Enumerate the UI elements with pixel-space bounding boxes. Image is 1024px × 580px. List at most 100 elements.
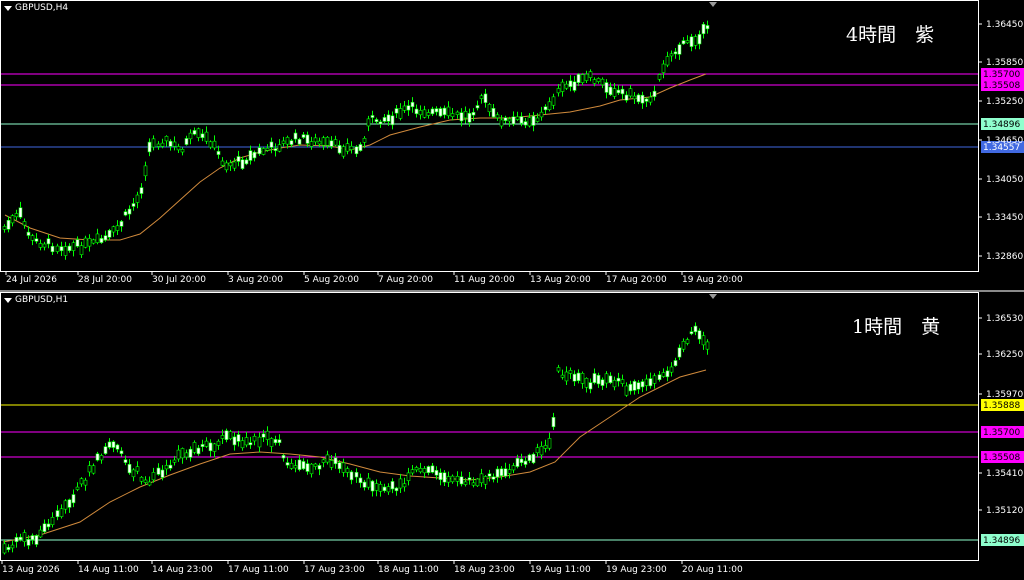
candle-body [410,469,415,474]
candle-body [669,53,674,57]
candle-body [63,500,68,510]
level-price-text-0: 1.35700 [983,70,1020,80]
candle-body [624,385,629,396]
x-tick-label: 18 Aug 11:00 [378,565,439,575]
chart-panel-h1[interactable]: 1.35888 1.35700 1.35508 1.34896 1.36530 1.362… [0,292,1024,580]
candle-body [273,148,278,151]
symbol-label-h1: GBPUSD,H1 [4,295,68,305]
candle-body [184,138,189,145]
candle-body [192,130,197,135]
shift-marker-icon[interactable] [709,2,717,7]
shift-marker-icon[interactable] [709,294,717,299]
y-tick-label: 1.35850 [986,58,1023,68]
candle-body [208,141,213,148]
candle-body [50,245,55,253]
candle-body [6,546,11,550]
candle-body [491,476,496,480]
candle-body [652,90,657,97]
candle-body [329,460,334,468]
candle-body [499,119,504,127]
candle-body [115,444,120,450]
candle-body [592,79,597,84]
candle-body [26,231,31,236]
candle-body [689,331,694,335]
chart-panel-h4[interactable]: 1.35700 1.35508 1.34896 1.34557 1.36450 1.358… [0,0,1024,291]
candle-body [628,383,633,392]
x-tick-label: 14 Aug 23:00 [152,565,213,575]
candle-body [151,472,156,481]
candle-body [382,117,387,122]
candle-body [22,221,27,226]
candle-body [499,468,504,477]
candle-body [677,44,682,55]
candle-body [321,459,326,463]
candle-body [406,472,411,481]
candle-body [556,367,561,372]
candle-body [588,382,593,390]
candle-body [616,377,621,382]
candle-body [115,225,120,231]
triangle-down-icon[interactable] [4,5,12,11]
candle-body [640,381,645,388]
candle-body [139,476,144,482]
candle-body [341,462,346,473]
candle-body [277,439,282,443]
y-tick-label: 1.36450 [986,20,1023,30]
candle-body [38,243,43,248]
candle-body [640,94,645,104]
level-price-text-0: 1.35888 [983,401,1020,411]
candle-body [612,88,617,97]
x-tick-label: 7 Aug 20:00 [378,275,433,285]
candle-body [345,143,350,152]
candle-body [430,108,435,115]
candle-body [491,108,496,118]
candle-body [261,433,266,438]
candle-body [212,140,217,149]
symbol-text-h4: GBPUSD,H4 [15,3,69,13]
candle-body [588,71,593,78]
candle-body [636,382,641,390]
candle-body [317,140,322,145]
candle-body [551,96,556,106]
candle-body [426,112,431,116]
candle-body [67,245,72,251]
candle-body [236,156,241,162]
candle-body [349,145,354,150]
candle-body [661,372,666,377]
candle-body [83,479,88,486]
candle-body [543,106,548,111]
candle-body [228,162,233,167]
moving-average-line [4,73,707,241]
candle-body [422,109,427,118]
candle-body [362,481,367,488]
candle-body [55,510,60,518]
candle-body [370,480,375,492]
candle-body [168,464,173,469]
x-tick-label: 19 Aug 11:00 [530,565,591,575]
candle-body [14,213,19,218]
candle-body [442,107,447,116]
candle-body [119,450,124,454]
chart-frame [0,292,979,561]
candle-body [135,466,140,472]
candle-body [527,117,532,127]
candle-body [648,378,653,387]
candle-body [139,187,144,194]
candle-body [374,483,379,491]
x-tick-label: 30 Jul 20:00 [152,275,206,285]
candle-body [269,141,274,148]
candle-body [446,106,451,117]
candle-body [111,441,116,448]
candle-body [38,529,43,538]
candle-body [604,373,609,384]
candle-body [539,446,544,456]
candle-body [479,473,484,484]
candle-body [180,448,185,459]
candle-body [172,459,177,463]
candle-body [378,483,383,492]
candle-body [673,51,678,55]
triangle-down-icon[interactable] [4,297,12,303]
candle-body [398,108,403,119]
candle-body [576,73,581,83]
candle-body [507,469,512,474]
